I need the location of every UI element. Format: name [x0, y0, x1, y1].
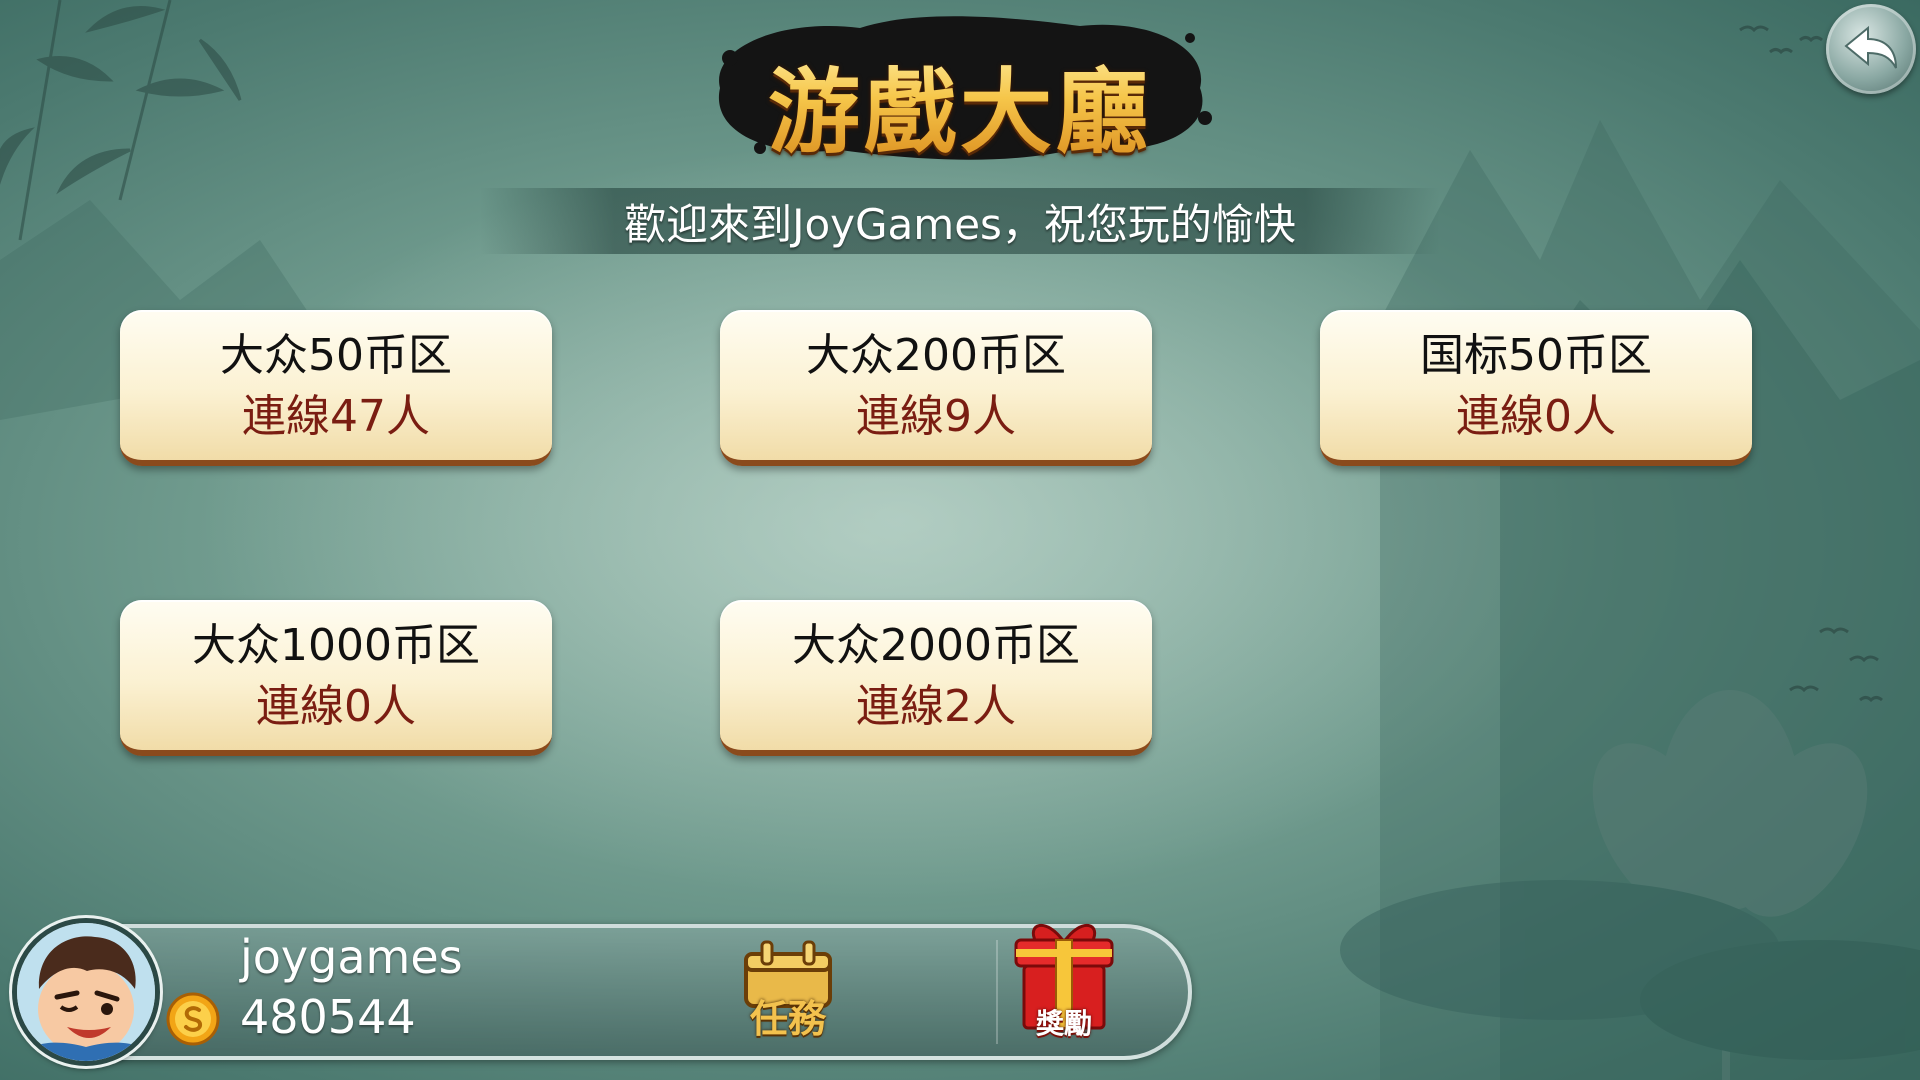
back-arrow-icon — [1844, 25, 1897, 69]
room-online-count: 連線47人 — [242, 391, 430, 442]
reward-button[interactable]: 獎勵 — [1006, 916, 1122, 1050]
room-online-count: 連線2人 — [856, 681, 1016, 732]
task-button-label: 任務 — [749, 996, 826, 1041]
room-online-count: 連線0人 — [256, 681, 416, 732]
room-card-national-50[interactable]: 国标50币区 連線0人 — [1320, 310, 1752, 466]
back-button[interactable] — [1826, 4, 1916, 94]
player-coin-balance: 480544 — [240, 990, 416, 1044]
room-card-public-1000[interactable]: 大众1000币区 連線0人 — [120, 600, 552, 756]
task-button[interactable]: 任務 — [736, 940, 840, 1050]
welcome-banner: 歡迎來到JoyGames，祝您玩的愉快 — [480, 188, 1440, 254]
lobby-title-banner: 游戲大廳 — [700, 8, 1220, 168]
player-avatar-icon — [17, 923, 155, 1061]
room-name: 大众50币区 — [220, 330, 452, 381]
room-card-public-50[interactable]: 大众50币区 連線47人 — [120, 310, 552, 466]
room-name: 大众2000币区 — [792, 620, 1080, 671]
reward-button-label: 獎勵 — [1035, 1007, 1092, 1040]
page-title: 游戲大廳 — [700, 38, 1220, 171]
player-username: joygames — [240, 930, 463, 984]
avatar[interactable] — [12, 918, 160, 1066]
room-name: 大众1000币区 — [192, 620, 480, 671]
room-online-count: 連線0人 — [1456, 391, 1616, 442]
coin-icon — [166, 992, 220, 1046]
room-name: 国标50币区 — [1420, 330, 1652, 381]
room-online-count: 連線9人 — [856, 391, 1016, 442]
divider — [996, 940, 998, 1044]
room-card-public-2000[interactable]: 大众2000币区 連線2人 — [720, 600, 1152, 756]
room-name: 大众200币区 — [806, 330, 1066, 381]
room-card-public-200[interactable]: 大众200币区 連線9人 — [720, 310, 1152, 466]
